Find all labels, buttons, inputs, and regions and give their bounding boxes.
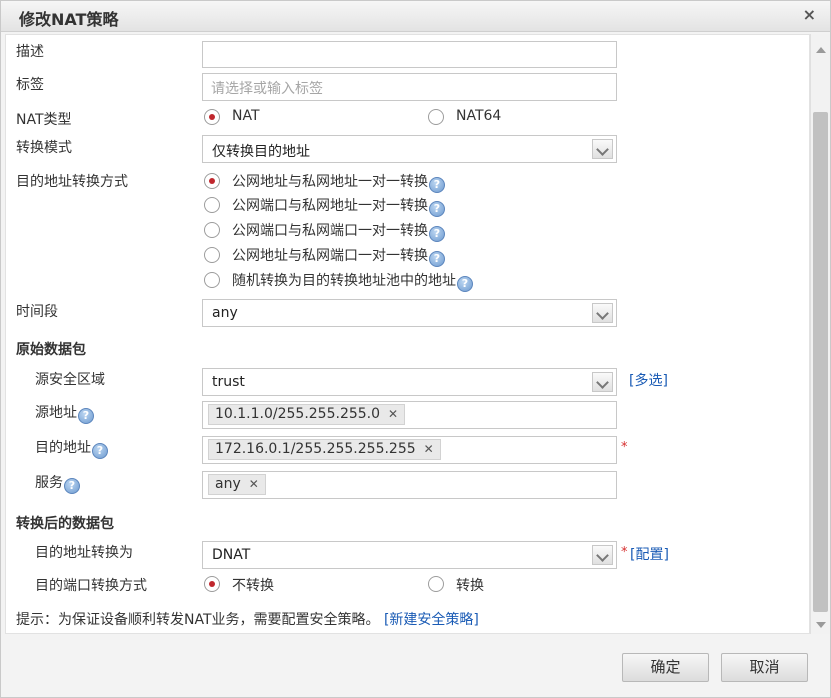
help-icon[interactable]: ? [457,276,473,292]
form-content: 描述 标签 请选择或输入标签 NAT类型 NAT NAT64 转换模式 仅转换目… [5,34,810,634]
dst-addr-tag: 172.16.0.1/255.255.255.255 ✕ [208,439,441,460]
remove-tag-icon[interactable]: ✕ [249,477,259,491]
src-zone-select[interactable]: trust [202,368,617,396]
dst-method-option-4: 公网地址与私网端口一对一转换? [232,245,445,267]
chevron-down-icon[interactable] [592,139,613,159]
nat-type-nat-label: NAT [232,108,260,124]
dst-method-radio-1[interactable] [204,173,220,189]
dst-method-option-5: 随机转换为目的转换地址池中的地址? [232,270,473,292]
chevron-down-icon[interactable] [592,372,613,392]
dst-method-radio-3[interactable] [204,222,220,238]
port-method-yes-radio[interactable] [428,576,444,592]
cancel-button[interactable]: 取消 [721,653,808,682]
port-method-no-label: 不转换 [232,578,274,594]
dst-method-radio-5[interactable] [204,272,220,288]
time-range-select[interactable]: any [202,299,617,327]
config-link[interactable]: [配置] [630,544,669,564]
dst-method-option-1: 公网地址与私网地址一对一转换? [232,171,445,193]
convert-mode-select[interactable]: 仅转换目的地址 [202,135,617,163]
dialog-title: 修改NAT策略 [19,10,119,29]
remove-tag-icon[interactable]: ✕ [388,407,398,421]
dst-translate-label: 目的地址转换为 [35,545,133,561]
src-zone-label: 源安全区域 [35,372,105,388]
chevron-down-icon[interactable] [592,545,613,565]
service-input[interactable]: any ✕ [202,471,617,499]
scroll-up-icon[interactable] [816,47,826,53]
dst-method-label: 目的地址转换方式 [16,174,128,190]
remove-tag-icon[interactable]: ✕ [424,442,434,456]
dst-method-radio-2[interactable] [204,197,220,213]
service-tag: any ✕ [208,474,266,495]
description-label: 描述 [16,44,44,60]
required-marker: * [621,440,628,455]
time-range-label: 时间段 [16,304,58,320]
tags-label: 标签 [16,77,44,93]
port-method-no-radio[interactable] [204,576,220,592]
src-zone-value: trust [212,374,245,390]
scrollbar[interactable] [810,34,830,634]
service-label: 服务? [35,472,80,494]
translated-packet-section: 转换后的数据包 [16,516,114,532]
chevron-down-icon[interactable] [592,303,613,323]
tags-placeholder: 请选择或输入标签 [211,81,323,97]
scroll-thumb[interactable] [813,112,828,612]
help-icon[interactable]: ? [78,408,94,424]
nat-type-label: NAT类型 [16,112,72,128]
port-method-yes-label: 转换 [456,578,484,594]
src-addr-label: 源地址? [35,402,94,424]
description-input[interactable] [202,41,617,68]
dst-addr-input[interactable]: 172.16.0.1/255.255.255.255 ✕ [202,436,617,464]
help-icon[interactable]: ? [64,478,80,494]
src-zone-multi-link[interactable]: [多选] [629,370,668,390]
dst-method-option-3: 公网端口与私网端口一对一转换? [232,220,445,242]
nat-type-nat64-label: NAT64 [456,108,502,124]
time-range-value: any [212,305,238,321]
dst-method-radio-4[interactable] [204,247,220,263]
dst-addr-label: 目的地址? [35,437,108,459]
help-icon[interactable]: ? [429,226,445,242]
src-addr-tag: 10.1.1.0/255.255.255.0 ✕ [208,404,406,425]
convert-mode-value: 仅转换目的地址 [212,144,310,160]
help-icon[interactable]: ? [92,443,108,459]
port-method-label: 目的端口转换方式 [35,578,147,594]
dst-translate-value: DNAT [212,547,251,563]
src-addr-input[interactable]: 10.1.1.0/255.255.255.0 ✕ [202,401,617,429]
convert-mode-label: 转换模式 [16,140,72,156]
dst-translate-select[interactable]: DNAT [202,541,617,569]
new-security-policy-link[interactable]: [新建安全策略] [384,612,479,628]
help-icon[interactable]: ? [429,201,445,217]
edit-nat-policy-dialog: 修改NAT策略 × 描述 标签 请选择或输入标签 NAT类型 NAT NAT64… [0,0,831,698]
dst-method-option-2: 公网端口与私网地址一对一转换? [232,195,445,217]
help-icon[interactable]: ? [429,177,445,193]
required-marker: * [621,545,628,560]
nat-type-nat-radio[interactable] [204,109,220,125]
close-icon[interactable]: × [803,5,816,24]
help-icon[interactable]: ? [429,251,445,267]
ok-button[interactable]: 确定 [622,653,709,682]
hint-text: 提示：为保证设备顺利转发NAT业务，需要配置安全策略。 [新建安全策略] [16,612,479,628]
nat-type-nat64-radio[interactable] [428,109,444,125]
original-packet-section: 原始数据包 [16,342,86,358]
scroll-down-icon[interactable] [816,622,826,628]
title-bar: 修改NAT策略 × [1,1,830,32]
tags-input[interactable]: 请选择或输入标签 [202,73,617,101]
